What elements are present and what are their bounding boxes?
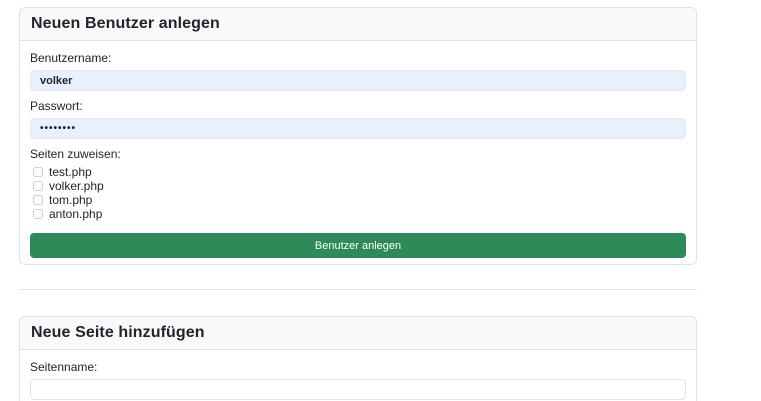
page-checkbox[interactable]: [33, 209, 43, 219]
page-checkbox-label: tom.php: [49, 193, 92, 207]
create-user-card-title: Neuen Benutzer anlegen: [20, 8, 696, 41]
page-name-input[interactable]: [30, 379, 686, 400]
assign-pages-label: Seiten zuweisen:: [30, 147, 686, 161]
add-page-card-title: Neue Seite hinzufügen: [20, 317, 696, 350]
password-input[interactable]: [30, 118, 686, 139]
page-checkbox-row[interactable]: anton.php: [30, 207, 686, 220]
page-checkbox-row[interactable]: test.php: [30, 165, 686, 178]
add-page-card: Neue Seite hinzufügen Seitenname: Dateip…: [19, 316, 697, 401]
page-checkbox-label: test.php: [49, 165, 92, 179]
password-label: Passwort:: [30, 99, 686, 113]
section-divider: [19, 289, 697, 290]
page-checkbox-row[interactable]: volker.php: [30, 179, 686, 192]
username-input[interactable]: [30, 70, 686, 91]
page-checkbox[interactable]: [33, 167, 43, 177]
username-label: Benutzername:: [30, 51, 686, 65]
page-checkbox[interactable]: [33, 181, 43, 191]
page-checkbox-label: anton.php: [49, 207, 102, 221]
page-checkbox-label: volker.php: [49, 179, 104, 193]
assign-pages-list: test.php volker.php tom.php anton.php: [30, 165, 686, 220]
create-user-button[interactable]: Benutzer anlegen: [30, 233, 686, 258]
page-name-label: Seitenname:: [30, 360, 686, 374]
create-user-card: Neuen Benutzer anlegen Benutzername: Pas…: [19, 7, 697, 265]
page-checkbox[interactable]: [33, 195, 43, 205]
create-user-card-body: Benutzername: Passwort: Seiten zuweisen:…: [20, 41, 696, 264]
page-checkbox-row[interactable]: tom.php: [30, 193, 686, 206]
add-page-card-body: Seitenname: Dateipfad:: [20, 350, 696, 401]
main-container: Neuen Benutzer anlegen Benutzername: Pas…: [19, 0, 697, 401]
